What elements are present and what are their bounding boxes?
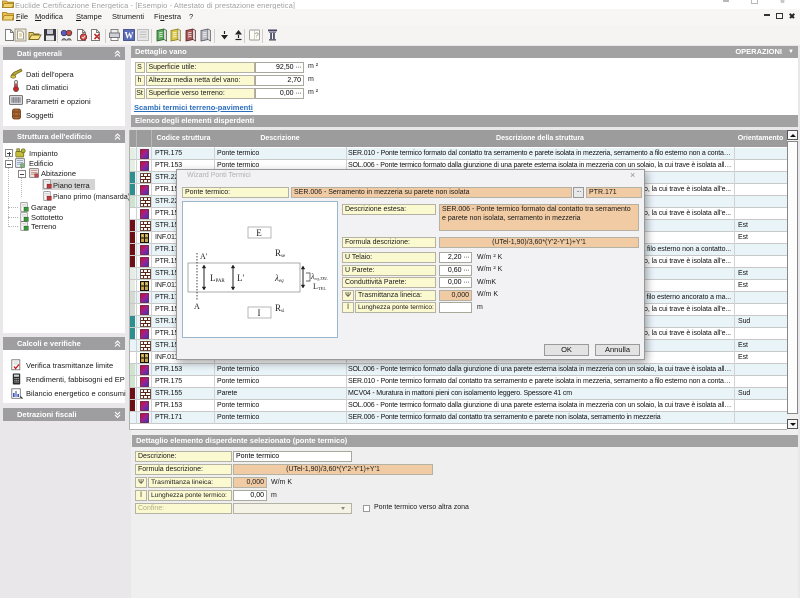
svg-text:L': L'	[237, 273, 244, 283]
svg-text:LTEL: LTEL	[313, 282, 326, 291]
svg-text:A: A	[194, 302, 200, 311]
svg-text:λeq,TEL: λeq,TEL	[310, 272, 328, 282]
svg-text:E: E	[256, 228, 262, 238]
svg-text:I: I	[258, 308, 261, 318]
svg-text:Rsi: Rsi	[275, 303, 285, 314]
svg-text:?: ?	[254, 33, 258, 40]
svg-text:A': A'	[200, 252, 208, 261]
svg-text:Rse: Rse	[275, 248, 286, 259]
svg-text:W: W	[125, 31, 134, 41]
